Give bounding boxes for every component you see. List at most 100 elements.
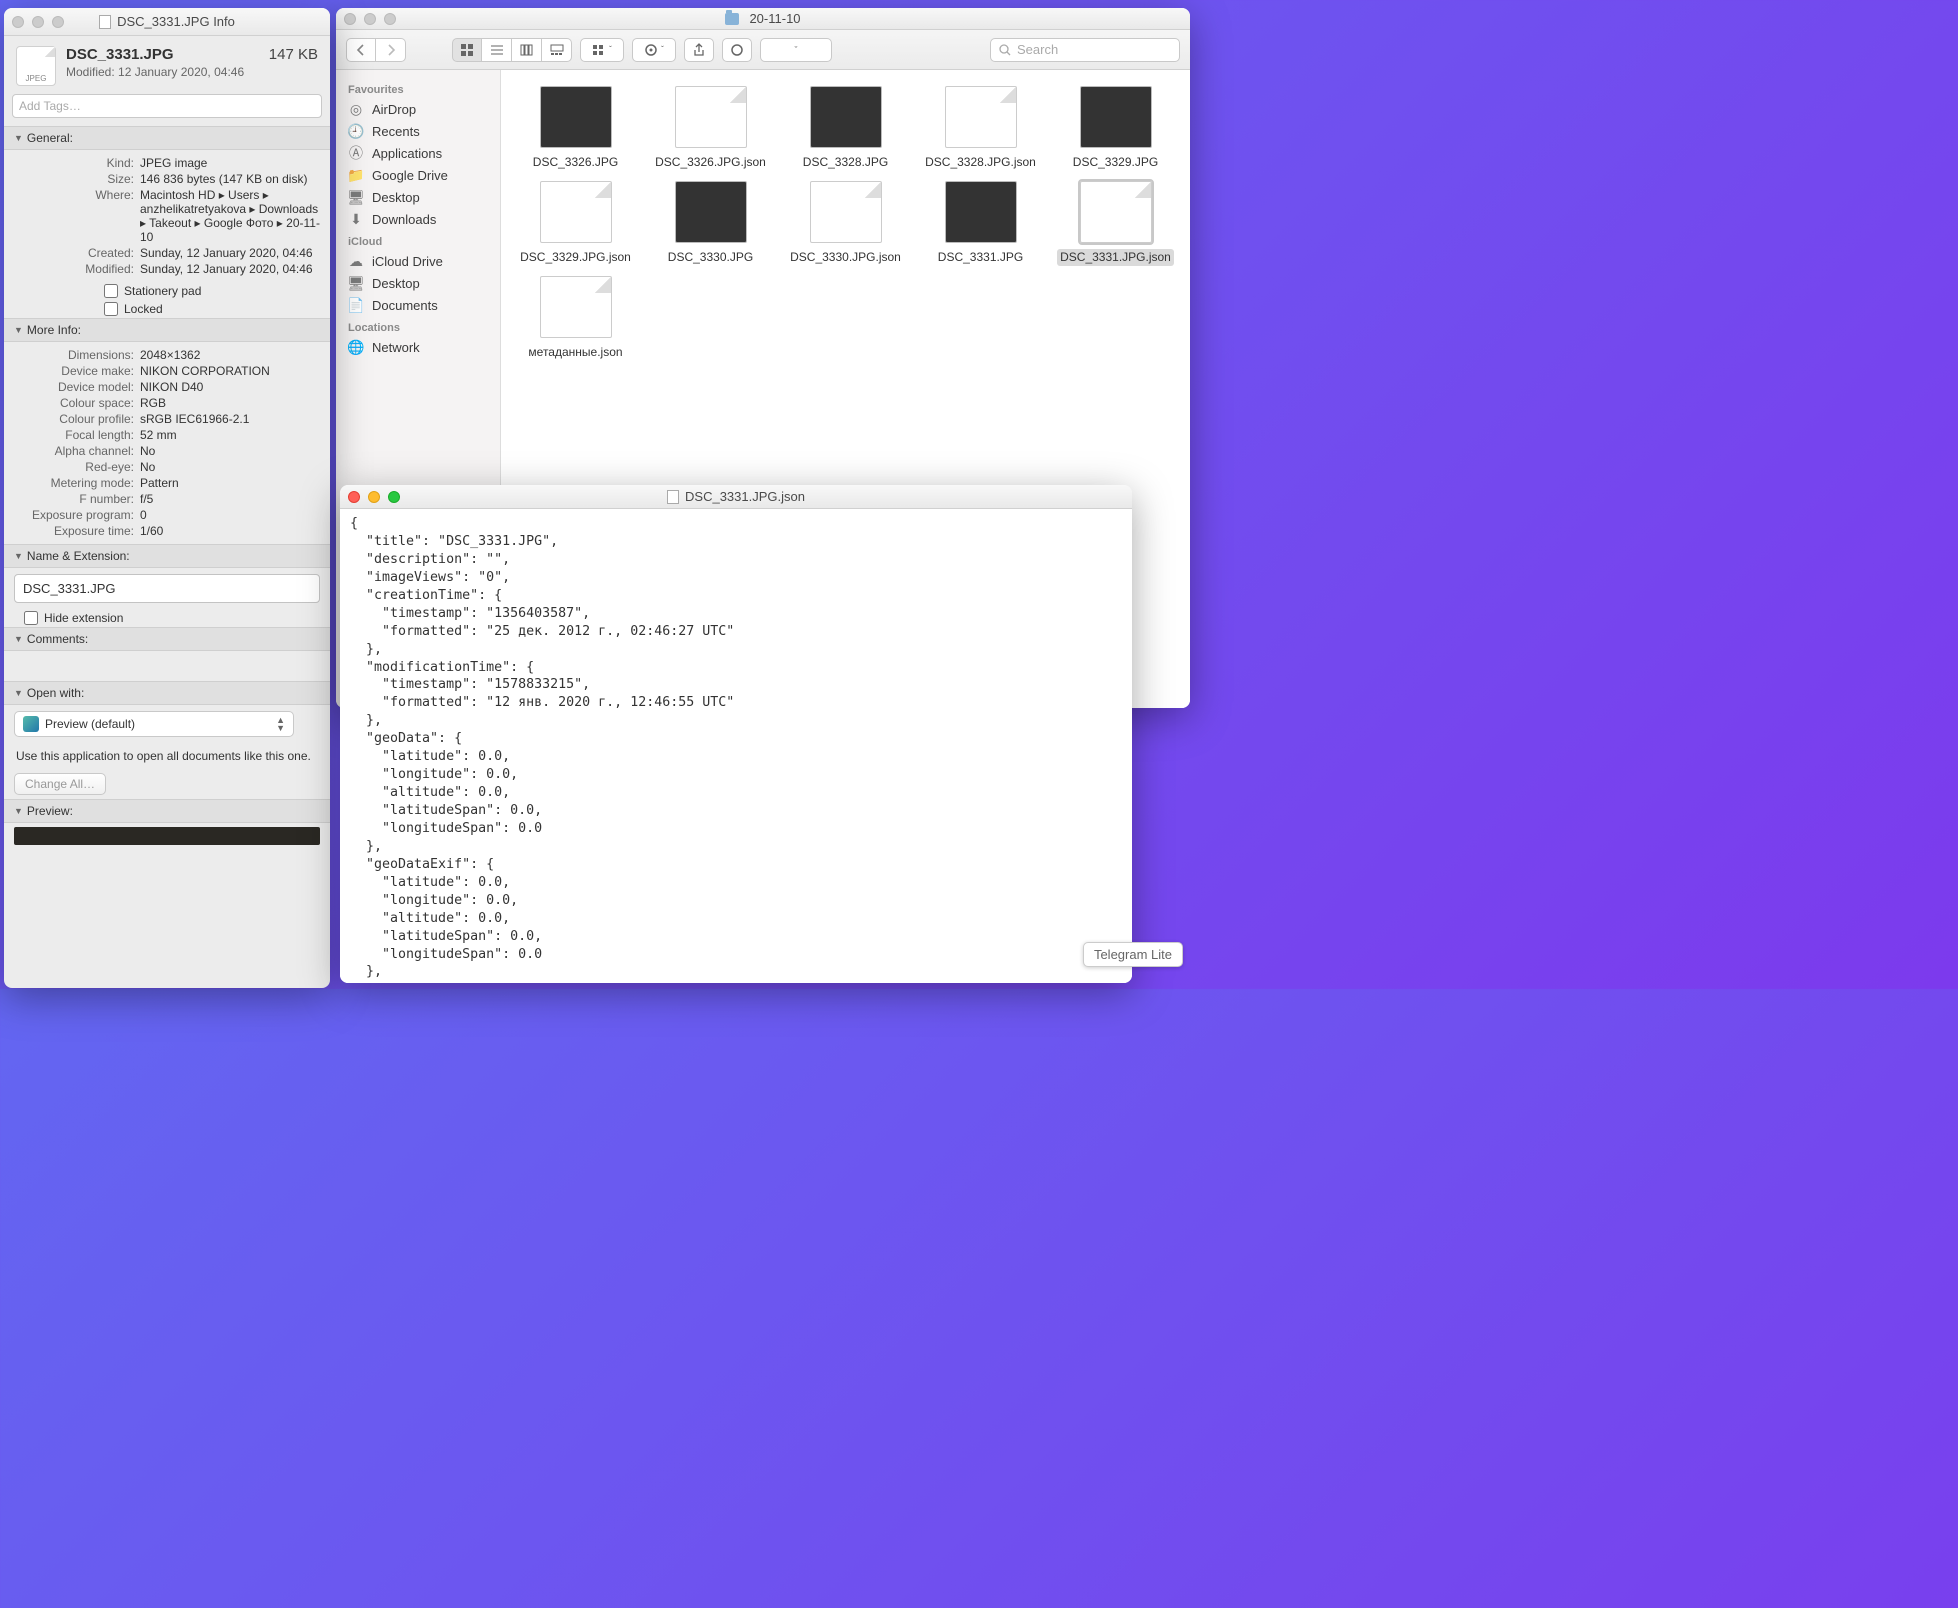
share-button[interactable] [684, 38, 714, 62]
cloud-icon: ☁ [348, 253, 364, 269]
locked-checkbox[interactable]: Locked [4, 300, 330, 318]
textedit-window: DSC_3331.JPG.json { "title": "DSC_3331.J… [340, 485, 1132, 983]
section-more-info[interactable]: ▼More Info: [4, 318, 330, 342]
network-icon: 🌐 [348, 339, 364, 355]
file-item[interactable]: DSC_3326.JPG.json [646, 86, 775, 171]
file-label: DSC_3330.JPG.json [787, 249, 904, 266]
file-label: DSC_3326.JPG [530, 154, 621, 171]
label-size: Size: [14, 172, 134, 186]
finder-titlebar[interactable]: 20-11-10 [336, 8, 1190, 30]
desktop-icon: 🖥 [348, 189, 364, 205]
search-icon [999, 44, 1011, 56]
forward-button[interactable] [376, 38, 406, 62]
file-label: DSC_3330.JPG [665, 249, 756, 266]
sidebar-item-desktop[interactable]: 🖥Desktop [336, 186, 500, 208]
section-open-with[interactable]: ▼Open with: [4, 681, 330, 705]
document-thumbnail-icon [810, 181, 882, 243]
file-item[interactable]: DSC_3330.JPG [646, 181, 775, 266]
image-thumbnail-icon [1080, 86, 1152, 148]
search-input[interactable]: Search [990, 38, 1180, 62]
document-thumbnail-icon [1080, 181, 1152, 243]
view-column-button[interactable] [512, 38, 542, 62]
applications-icon: Ⓐ [348, 145, 364, 161]
section-comments[interactable]: ▼Comments: [4, 627, 330, 651]
sidebar-item-gdrive[interactable]: 📁Google Drive [336, 164, 500, 186]
tags-input[interactable]: Add Tags… [12, 94, 322, 118]
file-label: DSC_3326.JPG.json [652, 154, 769, 171]
document-icon [667, 490, 679, 504]
file-icon: JPEG [16, 46, 56, 86]
info-titlebar[interactable]: DSC_3331.JPG Info [4, 8, 330, 36]
file-item[interactable]: DSC_3326.JPG [511, 86, 640, 171]
window-title: 20-11-10 [336, 11, 1190, 26]
disclosure-triangle-icon: ▼ [14, 688, 23, 698]
image-thumbnail-icon [675, 181, 747, 243]
back-button[interactable] [346, 38, 376, 62]
value-kind: JPEG image [140, 156, 320, 170]
file-item[interactable]: DSC_3328.JPG.json [916, 86, 1045, 171]
preview-thumbnail [14, 827, 320, 845]
search-placeholder: Search [1017, 42, 1058, 57]
text-content[interactable]: { "title": "DSC_3331.JPG", "description"… [340, 509, 1132, 983]
file-item[interactable]: DSC_3329.JPG.json [511, 181, 640, 266]
document-thumbnail-icon [540, 276, 612, 338]
hide-extension-checkbox[interactable]: Hide extension [4, 609, 330, 627]
image-thumbnail-icon [540, 86, 612, 148]
stationery-checkbox[interactable]: Stationery pad [4, 282, 330, 300]
change-all-button[interactable]: Change All… [14, 773, 106, 795]
sidebar-heading-locations: Locations [336, 316, 500, 336]
label-created: Created: [14, 246, 134, 260]
document-thumbnail-icon [945, 86, 1017, 148]
dropdown-button[interactable]: ˇ [760, 38, 832, 62]
sidebar-item-network[interactable]: 🌐Network [336, 336, 500, 358]
file-item[interactable]: DSC_3331.JPG.json [1051, 181, 1180, 266]
telegram-badge[interactable]: Telegram Lite [1083, 942, 1183, 967]
sidebar-item-documents[interactable]: 📄Documents [336, 294, 500, 316]
view-gallery-button[interactable] [542, 38, 572, 62]
file-item[interactable]: DSC_3330.JPG.json [781, 181, 910, 266]
sidebar-item-recents[interactable]: 🕘Recents [336, 120, 500, 142]
file-item[interactable]: DSC_3331.JPG [916, 181, 1045, 266]
file-label: DSC_3328.JPG [800, 154, 891, 171]
file-size: 147 KB [269, 46, 318, 86]
sidebar-item-desktop-icloud[interactable]: 🖥Desktop [336, 272, 500, 294]
tags-button[interactable] [722, 38, 752, 62]
view-list-button[interactable] [482, 38, 512, 62]
disclosure-triangle-icon: ▼ [14, 634, 23, 644]
window-title: DSC_3331.JPG.json [340, 489, 1132, 504]
disclosure-triangle-icon: ▼ [14, 325, 23, 335]
airdrop-icon: ◎ [348, 101, 364, 117]
desktop-icon: 🖥 [348, 275, 364, 291]
section-preview[interactable]: ▼Preview: [4, 799, 330, 823]
section-name-ext[interactable]: ▼Name & Extension: [4, 544, 330, 568]
file-name: DSC_3331.JPG [66, 46, 244, 63]
sidebar-item-iclouddrive[interactable]: ☁iCloud Drive [336, 250, 500, 272]
select-arrows-icon: ▲▼ [276, 716, 285, 732]
file-item[interactable]: метаданные.json [511, 276, 640, 361]
file-label: DSC_3331.JPG.json [1057, 249, 1174, 266]
action-button[interactable]: ˇ [632, 38, 676, 62]
arrange-button[interactable]: ˇ [580, 38, 624, 62]
sidebar-heading-icloud: iCloud [336, 230, 500, 250]
disclosure-triangle-icon: ▼ [14, 551, 23, 561]
view-icon-button[interactable] [452, 38, 482, 62]
section-general[interactable]: ▼General: [4, 126, 330, 150]
file-item[interactable]: DSC_3329.JPG [1051, 86, 1180, 171]
value-created: Sunday, 12 January 2020, 04:46 [140, 246, 320, 260]
open-with-note: Use this application to open all documen… [4, 743, 330, 769]
textedit-titlebar[interactable]: DSC_3331.JPG.json [340, 485, 1132, 509]
recents-icon: 🕘 [348, 123, 364, 139]
sidebar-item-downloads[interactable]: ⬇Downloads [336, 208, 500, 230]
sidebar-heading-favourites: Favourites [336, 78, 500, 98]
sidebar-item-airdrop[interactable]: ◎AirDrop [336, 98, 500, 120]
sidebar-item-applications[interactable]: ⒶApplications [336, 142, 500, 164]
file-label: метаданные.json [525, 344, 625, 361]
folder-icon: 📁 [348, 167, 364, 183]
image-thumbnail-icon [810, 86, 882, 148]
open-with-select[interactable]: Preview (default) ▲▼ [14, 711, 294, 737]
folder-icon [725, 13, 739, 25]
file-item[interactable]: DSC_3328.JPG [781, 86, 910, 171]
name-extension-input[interactable]: DSC_3331.JPG [14, 574, 320, 603]
file-label: DSC_3331.JPG [935, 249, 1026, 266]
label-where: Where: [14, 188, 134, 244]
